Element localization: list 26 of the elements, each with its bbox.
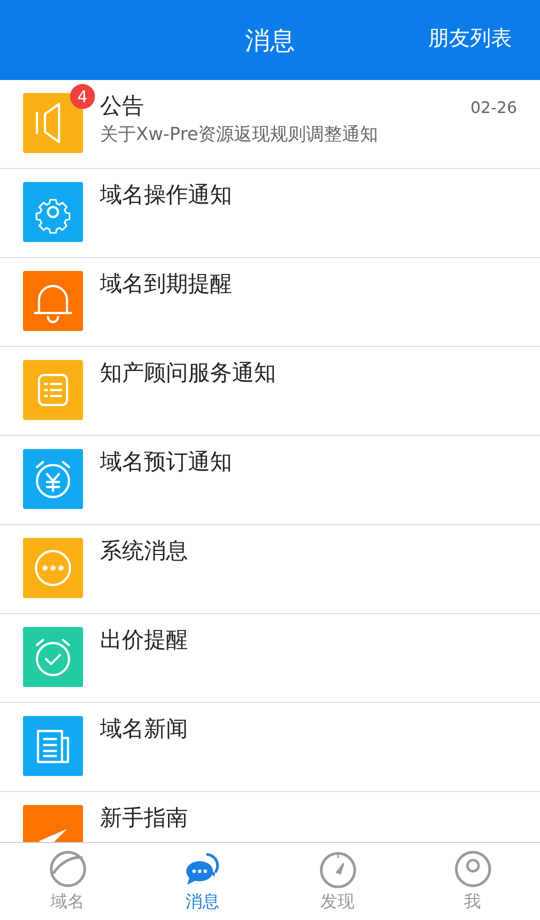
message-title: 知产顾问服务通知 <box>100 360 276 388</box>
message-title: 域名预订通知 <box>100 449 232 477</box>
message-title: 域名操作通知 <box>100 182 232 210</box>
message-preview: 关于Xw-Pre资源返现规则调整通知 <box>100 123 380 147</box>
message-row[interactable]: 出价提醒 <box>0 614 540 703</box>
message-title: 系统消息 <box>100 538 188 566</box>
globe-icon <box>48 850 86 888</box>
message-row[interactable]: 系统消息 <box>0 525 540 614</box>
person-icon <box>454 850 492 888</box>
message-title: 域名到期提醒 <box>100 271 232 299</box>
message-row[interactable]: 域名新闻 <box>0 703 540 792</box>
page-title: 消息 <box>245 24 295 56</box>
message-row[interactable]: 域名预订通知 <box>0 436 540 525</box>
message-title: 出价提醒 <box>100 627 188 655</box>
message-title: 公告 <box>100 93 144 121</box>
message-row[interactable]: 域名操作通知 <box>0 169 540 258</box>
friends-list-button[interactable]: 朋友列表 <box>428 22 512 54</box>
message-row[interactable]: 域名到期提醒 <box>0 258 540 347</box>
message-title: 域名新闻 <box>100 716 188 744</box>
message-row[interactable]: 知产顾问服务通知 <box>0 347 540 436</box>
unread-count: 4 <box>70 84 95 109</box>
tab[interactable]: 消息 <box>135 843 270 920</box>
message-row[interactable]: 4 公告 02-26 关于Xw-Pre资源返现规则调整通知 <box>0 80 540 169</box>
message-title: 新手指南 <box>100 805 188 833</box>
message-date: 02-26 <box>470 98 517 117</box>
stopwatch-icon <box>318 850 356 888</box>
